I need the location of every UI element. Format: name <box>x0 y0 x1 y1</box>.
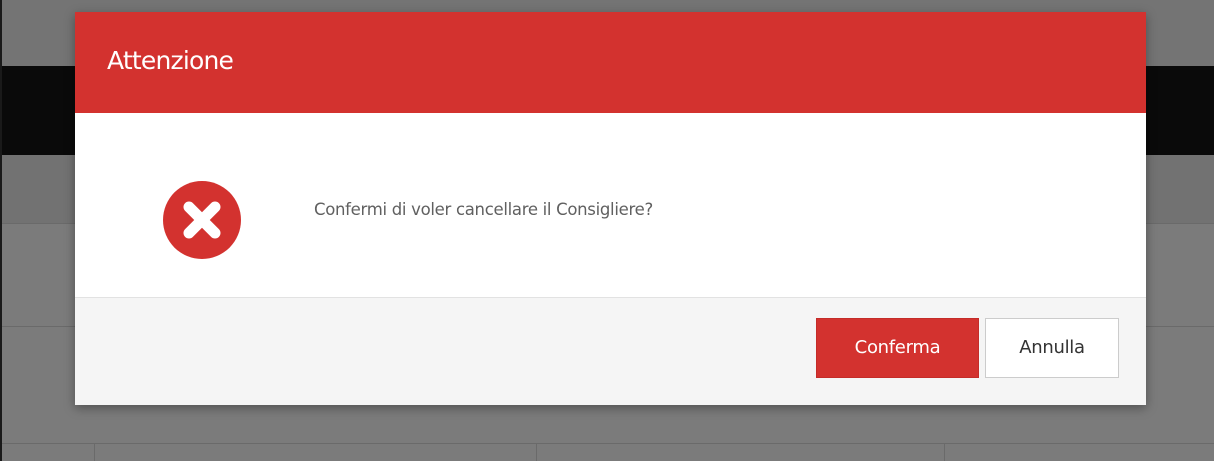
dialog-header: Attenzione <box>75 12 1146 113</box>
dialog-body: Confermi di voler cancellare il Consigli… <box>75 113 1146 297</box>
background-column-divider <box>536 443 537 461</box>
confirm-dialog: Attenzione Confermi di voler cancellare … <box>75 12 1146 405</box>
background-divider <box>2 443 1214 444</box>
error-circle-x-icon <box>163 181 241 259</box>
background-column-divider <box>94 443 95 461</box>
dialog-title: Attenzione <box>107 46 234 75</box>
cancel-button[interactable]: Annulla <box>985 318 1119 378</box>
dialog-message: Confermi di voler cancellare il Consigli… <box>314 200 653 219</box>
background-column-divider <box>944 443 945 461</box>
confirm-button[interactable]: Conferma <box>816 318 979 378</box>
dialog-footer: Conferma Annulla <box>75 297 1146 405</box>
